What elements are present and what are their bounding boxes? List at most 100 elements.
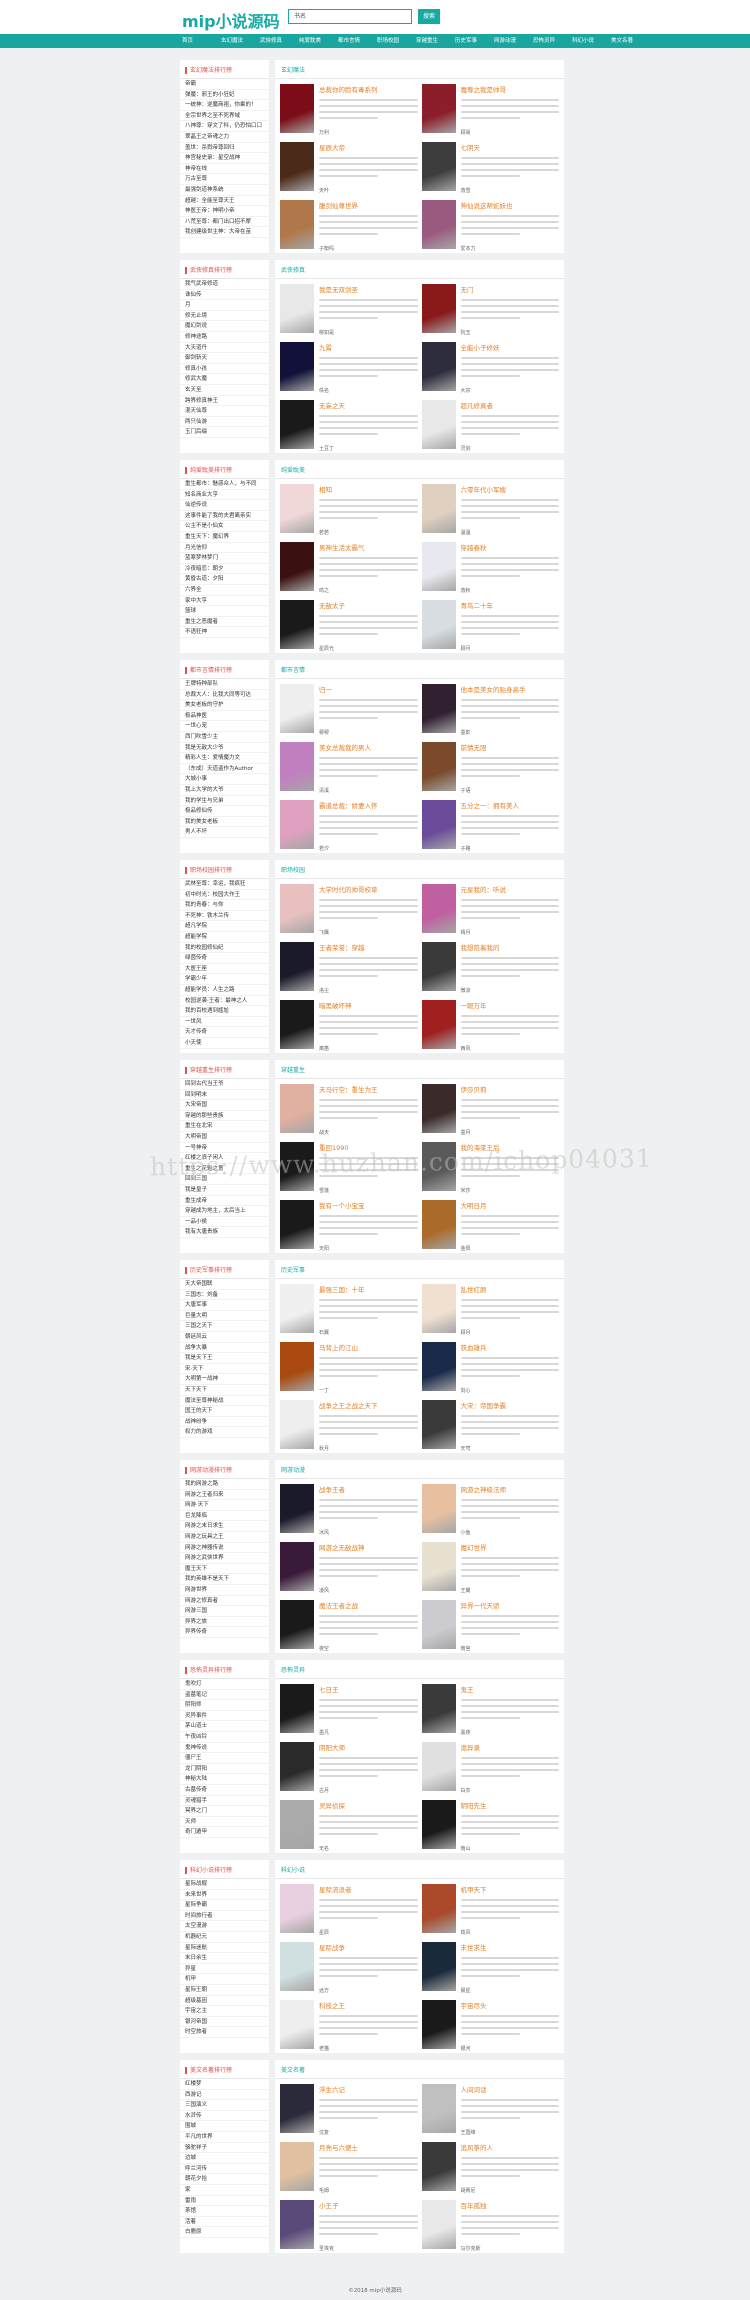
rank-item[interactable]: 银河帝国	[180, 2017, 269, 2028]
book-cover[interactable]	[421, 142, 456, 191]
rank-item[interactable]: 小天使	[180, 1038, 269, 1049]
rank-item[interactable]: 学霸少年	[180, 974, 269, 985]
book-card[interactable]: 灵异侦探 无名	[278, 1797, 420, 1853]
book-title[interactable]: 重回1990	[319, 1142, 418, 1152]
book-card[interactable]: 战争之王之战之天下 秋月	[278, 1397, 420, 1453]
rank-item[interactable]: 超越：全能至尊天王	[180, 196, 269, 207]
book-cover[interactable]	[421, 2142, 456, 2191]
book-cover[interactable]	[280, 1084, 314, 1133]
rank-item[interactable]: 网游之修真者	[180, 1596, 269, 1607]
rank-item[interactable]: 宋·天下	[180, 1364, 269, 1375]
book-card[interactable]: 鬼王 黑夜	[420, 1681, 562, 1739]
rank-item[interactable]: 家中大亨	[180, 596, 269, 607]
rank-item[interactable]: 仙逆传说	[180, 500, 269, 511]
book-title[interactable]: 人间词话	[461, 2084, 560, 2094]
book-title[interactable]: 我的海棠王后	[461, 1142, 560, 1152]
rank-item[interactable]: 权力的游戏	[180, 1427, 269, 1438]
rank-item[interactable]: 跨界修真神王	[180, 396, 269, 407]
book-title[interactable]: 我是无双剑圣	[319, 284, 418, 294]
book-title[interactable]: 七日王	[319, 1684, 418, 1694]
rank-item[interactable]: 围城	[180, 2121, 269, 2132]
book-cover[interactable]	[280, 200, 314, 249]
book-card[interactable]: 神仙说这帮蛇妖也 爱本力	[420, 197, 562, 253]
book-title[interactable]: 青鸟二十年	[461, 600, 560, 610]
book-card[interactable]: 人间词话 王国维	[420, 2081, 562, 2139]
book-cover[interactable]	[280, 684, 314, 733]
book-title[interactable]: 星辰大帝	[319, 142, 418, 152]
rank-item[interactable]: 我的学生与兄弟	[180, 796, 269, 807]
book-title[interactable]: 大宋：帝国争霸	[461, 1400, 560, 1410]
book-cover[interactable]	[280, 1684, 314, 1733]
book-cover[interactable]	[280, 342, 314, 391]
rank-item[interactable]: 翠晶王之帝魂之力	[180, 132, 269, 143]
rank-item[interactable]: 御剑斩天	[180, 353, 269, 364]
book-cover[interactable]	[421, 484, 456, 533]
rank-item[interactable]: 大明帝国	[180, 1132, 269, 1143]
rank-item[interactable]: 骆驼祥子	[180, 2143, 269, 2154]
book-cover[interactable]	[280, 1342, 314, 1391]
book-title[interactable]: 阴阳大师	[319, 1742, 418, 1752]
rank-item[interactable]: 穿越的那些贵族	[180, 1111, 269, 1122]
book-cover[interactable]	[421, 1142, 456, 1191]
rank-item[interactable]: 机器纪元	[180, 1932, 269, 1943]
rank-item[interactable]: 网游之玩具之王	[180, 1532, 269, 1543]
rank-item[interactable]: 回到明末	[180, 1090, 269, 1101]
book-card[interactable]: 末世求生 晨星	[420, 1939, 562, 1997]
book-title[interactable]: 星际流浪者	[319, 1884, 418, 1894]
book-cover[interactable]	[280, 1600, 314, 1649]
category-title[interactable]: 职场校园	[281, 867, 305, 874]
rank-item[interactable]: 我是天下王	[180, 1353, 269, 1364]
book-title[interactable]: 机甲天下	[461, 1884, 560, 1894]
rank-item[interactable]: 大唐军事	[180, 1300, 269, 1311]
book-card[interactable]: 乱世红颜 顾月	[420, 1281, 562, 1339]
book-title[interactable]: 我想陪着我的	[461, 942, 560, 952]
book-title[interactable]: 无门	[461, 284, 560, 294]
book-title[interactable]: 王者荣誉：穿越	[319, 942, 418, 952]
rank-item[interactable]: 神宫秘史录：星空战神	[180, 153, 269, 164]
book-title[interactable]: 总裁你的脸有毒系列	[319, 84, 418, 94]
rank-item[interactable]: 六界全	[180, 585, 269, 596]
book-cover[interactable]	[421, 2000, 456, 2049]
book-cover[interactable]	[421, 284, 456, 333]
book-title[interactable]: 星际战争	[319, 1942, 418, 1952]
book-card[interactable]: 星辰大帝 天叶	[278, 139, 420, 197]
rank-item[interactable]: 王牌特种部队	[180, 679, 269, 690]
book-cover[interactable]	[280, 1542, 314, 1591]
rank-item[interactable]: 八荒至尊：都门出口招不摩	[180, 217, 269, 228]
rank-item[interactable]: 冥界之门	[180, 1806, 269, 1817]
book-title[interactable]: 暗黑破坏神	[319, 1000, 418, 1010]
book-card[interactable]: 一眼万年 西风	[420, 997, 562, 1053]
rank-item[interactable]: 回到三国	[180, 1174, 269, 1185]
book-card[interactable]: 九霄 佚名	[278, 339, 420, 397]
rank-item[interactable]: 呼兰河传	[180, 2164, 269, 2175]
book-card[interactable]: 无门 阮玉	[420, 281, 562, 339]
rank-item[interactable]: 不死神：铁木兰传	[180, 911, 269, 922]
rank-item[interactable]: 红楼之浪子闲人	[180, 1153, 269, 1164]
book-cover[interactable]	[421, 742, 456, 791]
rank-item[interactable]: 天大帝国联	[180, 1279, 269, 1290]
book-title[interactable]: 月亮与六便士	[319, 2142, 418, 2152]
rank-item[interactable]: 活着	[180, 2217, 269, 2228]
book-cover[interactable]	[421, 542, 456, 591]
book-cover[interactable]	[421, 1084, 456, 1133]
book-card[interactable]: 星际战争 远方	[278, 1939, 420, 1997]
book-card[interactable]: 小王子 圣埃克	[278, 2197, 420, 2253]
book-cover[interactable]	[280, 2142, 314, 2191]
rank-item[interactable]: 不语狂神	[180, 627, 269, 638]
nav-item[interactable]: 首页	[182, 34, 221, 48]
book-cover[interactable]	[280, 2084, 314, 2133]
book-cover[interactable]	[421, 1342, 456, 1391]
book-card[interactable]: 大明日月 金阳	[420, 1197, 562, 1253]
rank-item[interactable]: 诛仙传	[180, 290, 269, 301]
rank-item[interactable]: 灵异事件	[180, 1711, 269, 1722]
book-title[interactable]: 鬼王	[461, 1684, 560, 1694]
rank-item[interactable]: 黄昏古道：夕阳	[180, 574, 269, 585]
rank-item[interactable]: 网游之神器传说	[180, 1543, 269, 1554]
rank-item[interactable]: 盗墓笔记	[180, 1690, 269, 1701]
book-cover[interactable]	[280, 1942, 314, 1991]
rank-item[interactable]: 机甲	[180, 1974, 269, 1985]
rank-item[interactable]: 精彩人生：爱情魔力文	[180, 753, 269, 764]
book-title[interactable]: 魔尊之我是帅哥	[461, 84, 560, 94]
book-cover[interactable]	[280, 284, 314, 333]
rank-item[interactable]: 网游三国	[180, 1606, 269, 1617]
